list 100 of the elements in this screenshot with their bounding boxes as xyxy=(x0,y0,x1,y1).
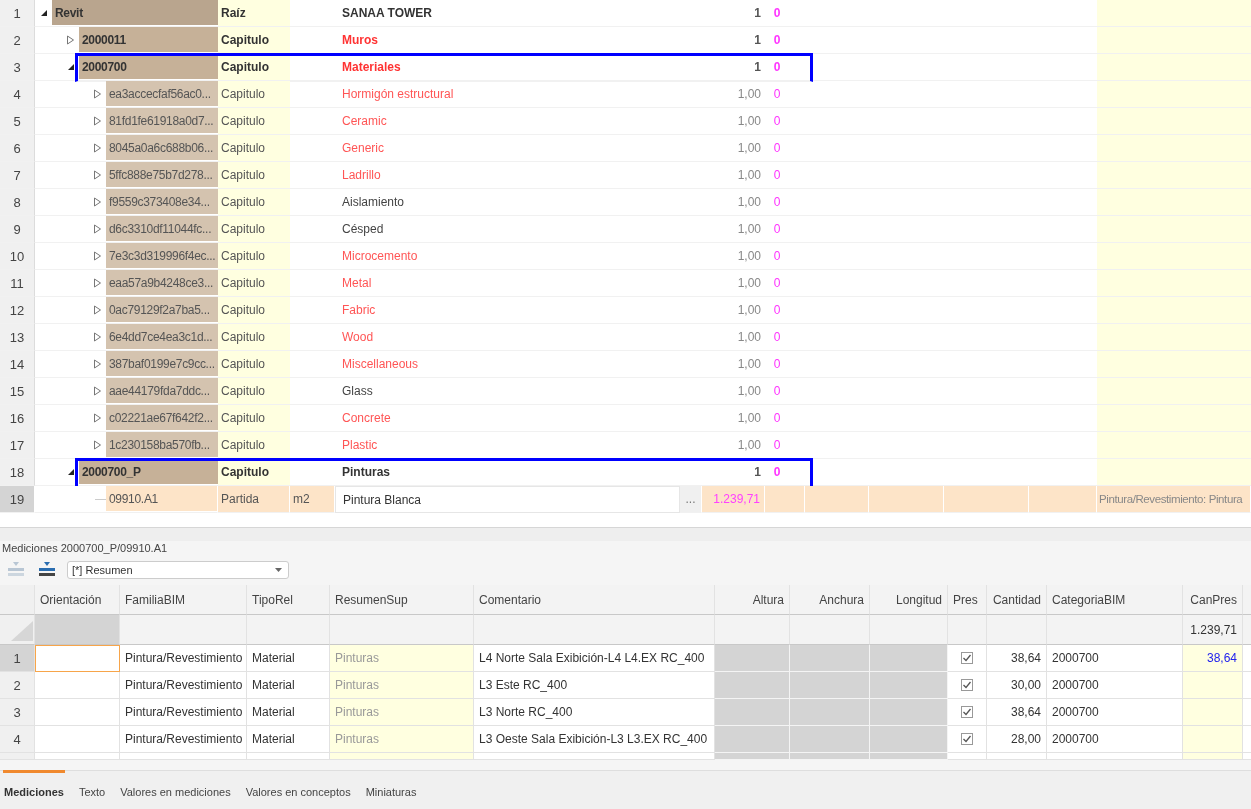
checkbox[interactable] xyxy=(961,652,973,664)
row-number: 14 xyxy=(0,351,35,378)
summary-cell: Aislamiento xyxy=(335,189,680,216)
quantity-cell: 1 xyxy=(702,27,765,54)
checkbox[interactable] xyxy=(961,679,973,691)
type-cell: Capitulo xyxy=(218,135,290,162)
table-cell: 2000700 xyxy=(1047,672,1183,699)
table-cell: L4 Norte Sala Exibición-L4 L4.EX RC_400 xyxy=(474,645,715,672)
collapsed-triangle-icon[interactable] xyxy=(93,89,102,99)
row-number: 17 xyxy=(0,432,35,459)
table-cell: 2000700 xyxy=(1047,726,1183,753)
row-number: 10 xyxy=(0,243,35,270)
row-number: 2 xyxy=(0,27,35,54)
row-number: 15 xyxy=(0,378,35,405)
code-cell: Revit xyxy=(52,0,218,26)
summary-cell: Ceramic xyxy=(335,108,680,135)
type-cell: Capitulo xyxy=(218,459,290,486)
count-cell: 0 xyxy=(765,0,805,27)
tab[interactable]: Mediciones xyxy=(3,770,65,809)
table-cell: Pintura/Revestimiento xyxy=(120,672,247,699)
count-cell: 0 xyxy=(765,27,805,54)
row-number: 8 xyxy=(0,189,35,216)
quantity-cell: 1,00 xyxy=(702,432,765,459)
checkbox[interactable] xyxy=(961,733,973,745)
summary-cell: Generic xyxy=(335,135,680,162)
quantity-cell: 1,00 xyxy=(702,108,765,135)
summary-cell: Miscellaneous xyxy=(335,351,680,378)
code-cell: 2000011 xyxy=(79,27,218,53)
collapsed-triangle-icon[interactable] xyxy=(93,197,102,207)
view-dropdown[interactable]: [*] Resumen xyxy=(67,561,289,579)
code-cell: 1c230158ba570fb... xyxy=(106,432,218,458)
table-cell: Pinturas xyxy=(330,672,474,699)
code-cell: 09910.A1 xyxy=(106,486,217,512)
tab[interactable]: Miniaturas xyxy=(364,770,418,809)
collapsed-triangle-icon[interactable] xyxy=(93,413,102,423)
collapsed-triangle-icon[interactable] xyxy=(93,143,102,153)
tab[interactable]: Valores en mediciones xyxy=(119,770,232,809)
summary-cell: Hormigón estructural xyxy=(335,81,680,108)
type-cell: Capitulo xyxy=(218,297,290,324)
table-cell: Pintura/Revestimiento xyxy=(120,645,247,672)
collapsed-triangle-icon[interactable] xyxy=(93,278,102,288)
checkbox[interactable] xyxy=(961,706,973,718)
summary-cell: Ladrillo xyxy=(335,162,680,189)
type-cell: Raíz xyxy=(218,0,290,27)
count-cell: 0 xyxy=(765,216,805,243)
collapsed-triangle-icon[interactable] xyxy=(66,35,75,45)
table-cell: Material xyxy=(247,672,330,699)
row-number: 12 xyxy=(0,297,35,324)
collapsed-triangle-icon[interactable] xyxy=(93,440,102,450)
code-cell: aae44179fda7ddc... xyxy=(106,378,218,404)
row-insert-icon[interactable] xyxy=(37,561,56,579)
table-cell: 2000700 xyxy=(1047,699,1183,726)
count-cell: 0 xyxy=(765,135,805,162)
code-cell: eaa57a9b4248ce3... xyxy=(106,270,218,296)
code-cell: 387baf0199e7c9cc... xyxy=(106,351,218,377)
tab[interactable]: Valores en conceptos xyxy=(244,770,352,809)
type-cell: Capitulo xyxy=(218,432,290,459)
expanded-triangle-icon[interactable] xyxy=(66,468,75,476)
quantity-cell: 1,00 xyxy=(702,405,765,432)
summary-cell: SANAA TOWER xyxy=(335,0,680,27)
type-cell: Capitulo xyxy=(218,270,290,297)
collapsed-triangle-icon[interactable] xyxy=(93,305,102,315)
type-cell: Capitulo xyxy=(218,405,290,432)
type-cell: Capitulo xyxy=(218,108,290,135)
collapsed-triangle-icon[interactable] xyxy=(93,359,102,369)
type-cell: Capitulo xyxy=(218,189,290,216)
collapsed-triangle-icon[interactable] xyxy=(93,332,102,342)
quantity-cell: 1,00 xyxy=(702,351,765,378)
focused-cell[interactable] xyxy=(35,645,120,672)
table-cell: Material xyxy=(247,645,330,672)
count-cell: 0 xyxy=(765,270,805,297)
expanded-triangle-icon[interactable] xyxy=(39,9,48,17)
summary-cell[interactable]: Pintura Blanca xyxy=(335,486,680,513)
quantity-cell: 1,00 xyxy=(702,162,765,189)
code-cell: 6e4dd7ce4ea3c1d... xyxy=(106,324,218,350)
code-cell: c02221ae67f642f2... xyxy=(106,405,218,431)
tab[interactable]: Texto xyxy=(77,770,107,809)
type-cell: Capitulo xyxy=(218,54,290,81)
summary-cell: Wood xyxy=(335,324,680,351)
collapsed-triangle-icon[interactable] xyxy=(93,251,102,261)
count-cell: 0 xyxy=(765,189,805,216)
collapsed-triangle-icon[interactable] xyxy=(93,116,102,126)
summary-cell: Concrete xyxy=(335,405,680,432)
collapsed-triangle-icon[interactable] xyxy=(93,224,102,234)
row-number: 18 xyxy=(0,459,35,486)
note-cell: Pintura/Revestimiento: Pintura xyxy=(1097,486,1251,513)
row-number: 13 xyxy=(0,324,35,351)
collapsed-triangle-icon[interactable] xyxy=(93,386,102,396)
row-number: 2 xyxy=(0,672,35,699)
type-cell: Capitulo xyxy=(218,324,290,351)
panel-title: Mediciones 2000700_P/09910.A1 xyxy=(1,541,169,556)
quantity-cell: 1,00 xyxy=(702,216,765,243)
expanded-triangle-icon[interactable] xyxy=(66,63,75,71)
collapsed-triangle-icon[interactable] xyxy=(93,170,102,180)
table-cell: 28,00 xyxy=(987,726,1047,753)
caret-icon[interactable] xyxy=(275,568,282,572)
quantity-cell: 1,00 xyxy=(702,189,765,216)
table-cell: Material xyxy=(247,699,330,726)
code-cell: 7e3c3d319996f4ec... xyxy=(106,243,218,269)
table-cell: 2000700 xyxy=(1047,645,1183,672)
